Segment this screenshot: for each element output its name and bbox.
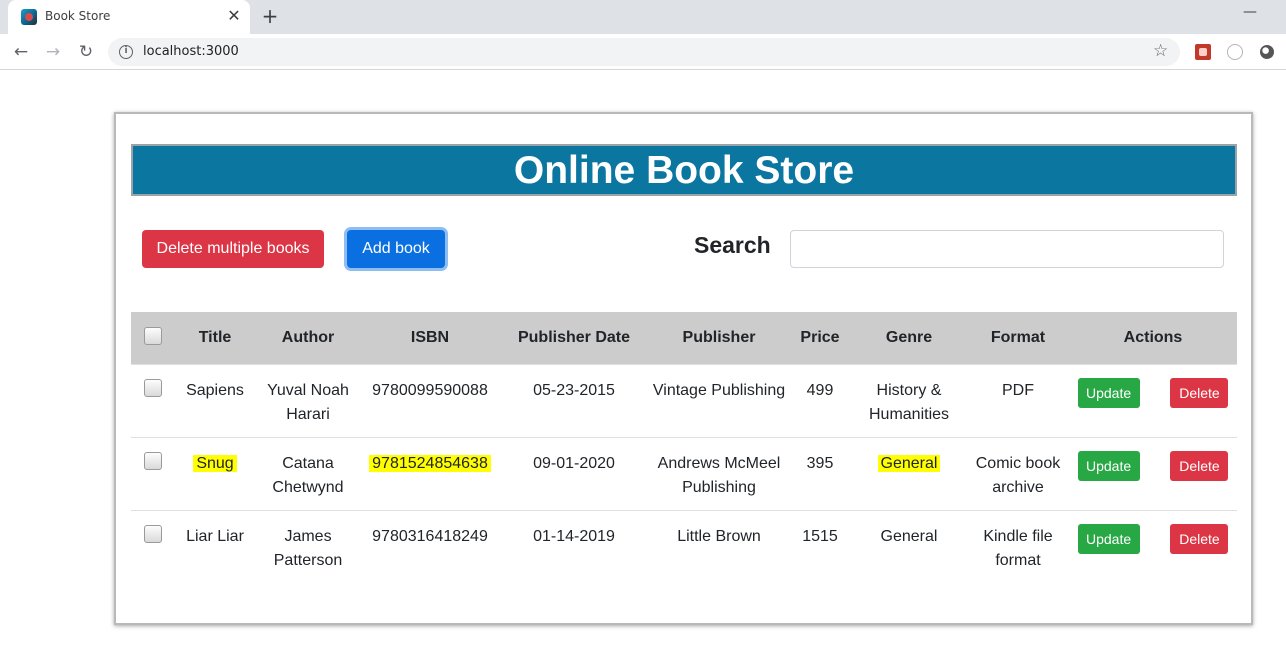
minimize-icon[interactable]: — — [1240, 4, 1260, 24]
url-text[interactable]: localhost:3000 — [143, 44, 239, 59]
search-input[interactable] — [790, 230, 1224, 268]
search-highlight: Snug — [193, 454, 237, 472]
author-cell: Yuval Noah Harari — [255, 363, 361, 437]
browser-toolbar: ← → ↻ i localhost:3000 ☆ — [0, 34, 1286, 70]
row-checkbox[interactable] — [144, 451, 162, 470]
plus-icon[interactable]: + — [259, 5, 281, 27]
actions-cell: Update Delete — [1069, 436, 1237, 510]
back-arrow-icon[interactable]: ← — [9, 40, 33, 64]
actions-cell: Update Delete — [1069, 509, 1237, 583]
select-all-header — [131, 312, 175, 364]
delete-multiple-books-button[interactable]: Delete multiple books — [142, 230, 324, 268]
favicon-icon — [21, 9, 37, 25]
header-banner: Online Book Store — [131, 144, 1237, 196]
genre-cell: History & Humanities — [851, 363, 967, 437]
row-select-cell — [131, 363, 175, 437]
table-header-row: Title Author ISBN Publisher Date Publish… — [131, 312, 1237, 364]
star-icon[interactable]: ☆ — [1153, 41, 1168, 61]
delete-button[interactable]: Delete — [1170, 377, 1229, 408]
row-select-cell — [131, 509, 175, 583]
title-cell: Sapiens — [175, 363, 255, 437]
reload-icon[interactable]: ↻ — [74, 40, 98, 64]
column-header: Actions — [1069, 312, 1237, 364]
extension-icon[interactable] — [1195, 44, 1211, 60]
row-select-cell — [131, 436, 175, 510]
publisher-cell: Little Brown — [649, 509, 789, 583]
genre-cell: General — [851, 436, 967, 510]
price-cell: 499 — [789, 363, 851, 437]
table-row: Sapiens Yuval Noah Harari 9780099590088 … — [131, 363, 1237, 437]
row-checkbox[interactable] — [144, 524, 162, 543]
update-button[interactable]: Update — [1077, 450, 1140, 481]
column-header: ISBN — [361, 312, 499, 364]
page-title: Online Book Store — [513, 149, 855, 192]
browser-tab[interactable]: Book Store ✕ — [8, 0, 250, 34]
author-cell: Catana Chetwynd — [255, 436, 361, 510]
address-bar[interactable]: i localhost:3000 ☆ — [108, 38, 1180, 66]
column-header: Title — [175, 312, 255, 364]
delete-button[interactable]: Delete — [1170, 523, 1229, 554]
search-highlight: 9781524854638 — [369, 454, 491, 472]
column-header: Author — [255, 312, 361, 364]
search-label: Search — [694, 232, 771, 258]
isbn-cell: 9781524854638 — [361, 436, 499, 510]
info-icon[interactable]: i — [119, 45, 133, 59]
update-button[interactable]: Update — [1077, 523, 1140, 554]
update-button[interactable]: Update — [1077, 377, 1140, 408]
format-cell: Kindle file format — [967, 509, 1069, 583]
column-header: Price — [789, 312, 851, 364]
search-highlight: General — [877, 454, 941, 472]
title-cell: Snug — [175, 436, 255, 510]
tab-title: Book Store — [45, 9, 111, 23]
select-all-checkbox[interactable] — [144, 327, 162, 346]
column-header: Format — [967, 312, 1069, 364]
genre-cell: General — [851, 509, 967, 583]
delete-button[interactable]: Delete — [1170, 450, 1229, 481]
forward-arrow-icon[interactable]: → — [41, 40, 65, 64]
title-cell: Liar Liar — [175, 509, 255, 583]
publisher-cell: Vintage Publishing — [649, 363, 789, 437]
isbn-cell: 9780099590088 — [361, 363, 499, 437]
date-cell: 05-23-2015 — [499, 363, 649, 437]
browser-tabstrip: Book Store ✕ + — — [0, 0, 1286, 34]
column-header: Publisher — [649, 312, 789, 364]
extension-icon[interactable] — [1227, 44, 1243, 60]
isbn-cell: 9780316418249 — [361, 509, 499, 583]
app-panel: Online Book Store Delete multiple books … — [114, 112, 1253, 625]
format-cell: PDF — [967, 363, 1069, 437]
price-cell: 1515 — [789, 509, 851, 583]
price-cell: 395 — [789, 436, 851, 510]
date-cell: 09-01-2020 — [499, 436, 649, 510]
author-cell: James Patterson — [255, 509, 361, 583]
date-cell: 01-14-2019 — [499, 509, 649, 583]
column-header: Genre — [851, 312, 967, 364]
column-header: Publisher Date — [499, 312, 649, 364]
format-cell: Comic book archive — [967, 436, 1069, 510]
close-icon[interactable]: ✕ — [224, 6, 244, 26]
profile-icon[interactable] — [1260, 45, 1274, 59]
actions-cell: Update Delete — [1069, 363, 1237, 437]
publisher-cell: Andrews McMeel Publishing — [649, 436, 789, 510]
table-row: Snug Catana Chetwynd 9781524854638 09-01… — [131, 436, 1237, 510]
table-row: Liar Liar James Patterson 9780316418249 … — [131, 509, 1237, 583]
add-book-button[interactable]: Add book — [347, 230, 445, 268]
books-table: Title Author ISBN Publisher Date Publish… — [131, 312, 1237, 583]
row-checkbox[interactable] — [144, 378, 162, 397]
